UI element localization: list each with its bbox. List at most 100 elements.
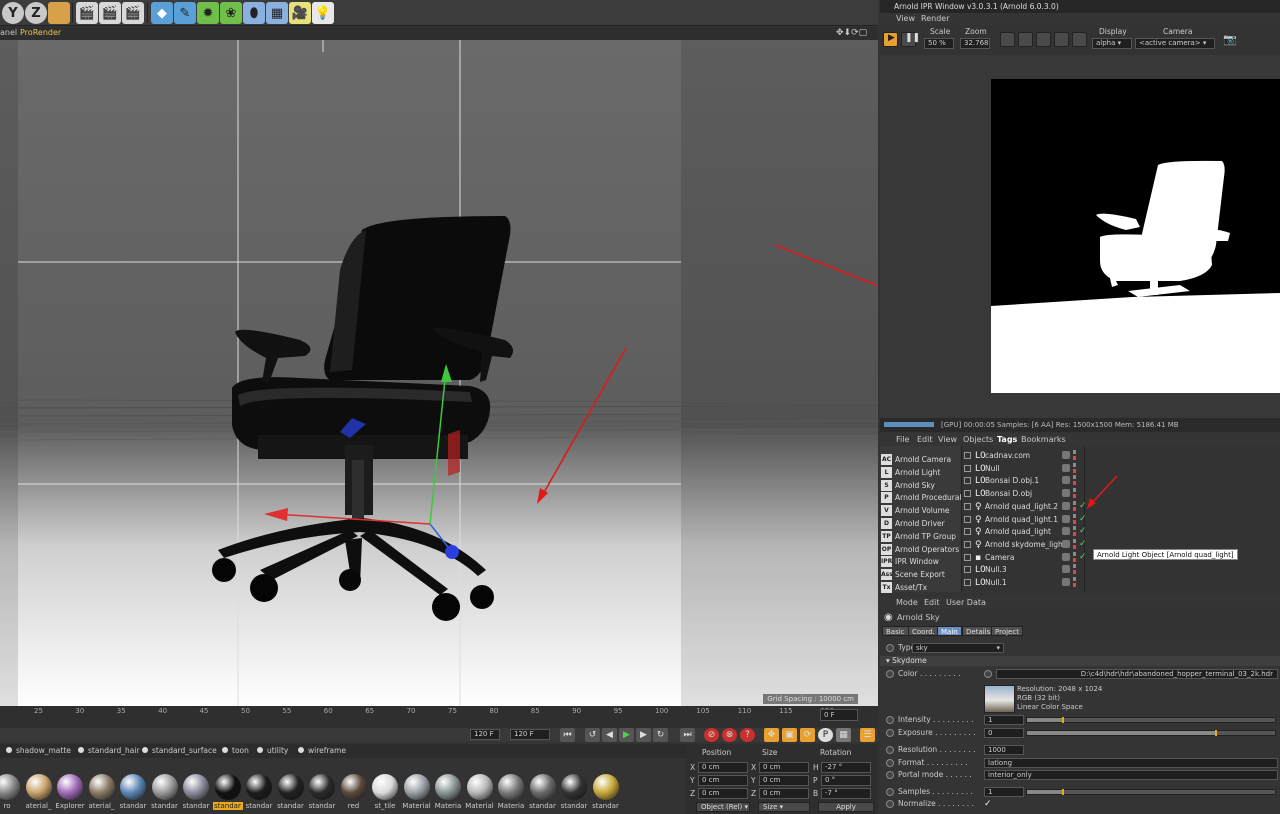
slider-handle[interactable] xyxy=(1215,730,1218,736)
next-frame-button[interactable]: ▶ xyxy=(636,728,651,742)
size-field[interactable]: 0 cm xyxy=(759,762,809,773)
cloner-button[interactable]: ❀ xyxy=(220,2,242,24)
coordinate-mode-dropdown[interactable]: Object (Rel) ▾ xyxy=(696,802,750,812)
visibility-dots-icon[interactable] xyxy=(1073,488,1076,499)
tab-main[interactable]: Main xyxy=(937,626,962,636)
layer-icon[interactable] xyxy=(1062,451,1070,459)
crop-button[interactable] xyxy=(1018,32,1033,47)
current-frame-field[interactable]: 0 F xyxy=(820,709,858,721)
attr-menu-user-data[interactable]: User Data xyxy=(946,598,986,607)
type-dropdown[interactable]: sky ▾ xyxy=(912,643,1004,653)
viewport-navigation-icon[interactable]: ✥⬇⟳▢ xyxy=(836,28,867,38)
record-button[interactable]: ⊘ xyxy=(704,728,719,742)
pla-key-button[interactable]: ▦ xyxy=(836,728,851,742)
layer-icon[interactable] xyxy=(1062,476,1070,485)
material-swatch[interactable]: red xyxy=(339,774,369,810)
om-menu-file[interactable]: File xyxy=(896,435,909,444)
visibility-dots-icon[interactable] xyxy=(1073,551,1076,562)
expand-icon[interactable] xyxy=(964,477,971,485)
material-swatch[interactable]: ro xyxy=(0,774,22,810)
arnold-menu-item[interactable]: V Arnold Volume xyxy=(880,504,962,517)
material-swatch[interactable]: standar xyxy=(559,774,589,810)
material-swatch[interactable]: Material xyxy=(402,774,432,810)
intensity-field[interactable]: 1 xyxy=(984,715,1024,725)
prev-frame-button[interactable]: ◀ xyxy=(602,728,617,742)
layer-icon[interactable] xyxy=(1062,463,1070,472)
size-field[interactable]: 0 cm xyxy=(759,788,809,799)
prev-key-button[interactable]: ↺ xyxy=(585,728,600,742)
z-axis-lock-button[interactable]: Z xyxy=(25,2,47,24)
arnold-menu-item[interactable]: Ass Scene Export xyxy=(880,568,962,581)
param-key-button[interactable]: P xyxy=(818,728,833,742)
visibility-dots-icon[interactable] xyxy=(1073,564,1076,575)
portal-mode-dropdown[interactable]: interior_only xyxy=(984,770,1278,780)
keyframe-help-button[interactable]: ? xyxy=(740,728,755,742)
rotation-field[interactable]: -7 ° xyxy=(821,788,871,799)
coordinate-system-button[interactable] xyxy=(48,2,70,24)
visibility-dots-icon[interactable] xyxy=(1073,475,1076,486)
object-row[interactable]: L0 Bonsai D.obj.1 xyxy=(963,474,1280,487)
viewport-menu-panel[interactable]: anel xyxy=(0,28,17,37)
exposure-slider[interactable] xyxy=(1026,730,1276,736)
enabled-check[interactable]: ✓ xyxy=(1079,500,1087,513)
camera-button[interactable]: 🎥 xyxy=(289,2,311,24)
om-menu-tags[interactable]: Tags xyxy=(997,435,1017,444)
object-row[interactable]: L0 cadnav.com xyxy=(963,449,1280,462)
object-name[interactable]: Arnold quad_light.2 xyxy=(985,500,1058,513)
enabled-check[interactable]: ✓ xyxy=(1079,513,1087,526)
channels-button[interactable] xyxy=(1054,32,1069,47)
region-button[interactable] xyxy=(1000,32,1015,47)
object-row[interactable]: ♀ Arnold quad_light ✓ xyxy=(963,525,1280,538)
next-key-button[interactable]: ↻ xyxy=(653,728,668,742)
render-picture-viewer-button[interactable]: 🎬 xyxy=(99,2,121,24)
enabled-check[interactable]: ✓ xyxy=(1079,525,1087,538)
goto-start-button[interactable]: ⏮ xyxy=(560,728,575,742)
arnold-menu-item[interactable]: TP Arnold TP Group xyxy=(880,530,962,543)
end-frame-field-a[interactable]: 120 F xyxy=(470,729,500,740)
layer-icon[interactable] xyxy=(1062,578,1070,586)
object-name[interactable]: Arnold quad_light xyxy=(985,525,1051,538)
snapshot-camera-icon[interactable]: 📷 xyxy=(1223,33,1237,46)
ipr-pause-button[interactable]: ❚❚ xyxy=(901,32,920,47)
position-field[interactable]: 0 cm xyxy=(698,775,748,786)
om-menu-edit[interactable]: Edit xyxy=(917,435,933,444)
animate-radio-icon[interactable] xyxy=(886,800,894,808)
animate-radio-icon[interactable] xyxy=(886,670,894,678)
format-dropdown[interactable]: latlong xyxy=(984,758,1278,768)
material-swatch[interactable]: Material xyxy=(465,774,495,810)
position-field[interactable]: 0 cm xyxy=(698,788,748,799)
animate-radio-icon[interactable] xyxy=(886,759,894,767)
object-name[interactable]: Null.1 xyxy=(985,576,1007,589)
material-swatch[interactable]: Materia xyxy=(496,774,526,810)
samples-field[interactable]: 1 xyxy=(984,787,1024,797)
rotation-field[interactable]: -27 ° xyxy=(821,762,871,773)
material-swatch[interactable]: standar xyxy=(244,774,274,810)
filter-wireframe[interactable]: wireframe xyxy=(298,746,346,755)
scale-key-button[interactable]: ▣ xyxy=(782,728,797,742)
tab-basic[interactable]: Basic xyxy=(882,626,909,636)
object-row[interactable]: L0 Bonsai D.obj xyxy=(963,487,1280,500)
expand-icon[interactable] xyxy=(964,579,971,586)
resolution-field[interactable]: 1000 xyxy=(984,745,1024,755)
exposure-field[interactable]: 0 xyxy=(984,728,1024,738)
position-field[interactable]: 0 cm xyxy=(698,762,748,773)
material-swatch[interactable]: standar xyxy=(118,774,148,810)
size-mode-dropdown[interactable]: Size ▾ xyxy=(758,802,810,812)
visibility-dots-icon[interactable] xyxy=(1073,577,1076,587)
viewport-menu-prorender[interactable]: ProRender xyxy=(20,28,61,37)
ipr-render-view[interactable] xyxy=(880,55,1280,418)
layer-icon[interactable] xyxy=(1062,514,1070,523)
object-row[interactable]: L0 Null xyxy=(963,462,1280,475)
filter-shadow-matte[interactable]: shadow_matte xyxy=(6,746,71,755)
color-picker-button[interactable] xyxy=(1072,32,1087,47)
expand-icon[interactable] xyxy=(964,553,971,561)
zoom-field[interactable]: 32.768 xyxy=(960,38,990,49)
slider-handle[interactable] xyxy=(1061,717,1064,723)
material-swatch[interactable]: standar xyxy=(150,774,180,810)
object-name[interactable]: cadnav.com xyxy=(985,449,1030,462)
goto-end-button[interactable]: ⏭ xyxy=(680,728,695,742)
material-swatch[interactable]: aterial_ xyxy=(87,774,117,810)
object-row[interactable]: ♀ Arnold quad_light.2 ✓ xyxy=(963,500,1280,513)
object-row[interactable]: ♀ Arnold quad_light.1 ✓ xyxy=(963,513,1280,526)
tab-details[interactable]: Details xyxy=(962,626,995,636)
